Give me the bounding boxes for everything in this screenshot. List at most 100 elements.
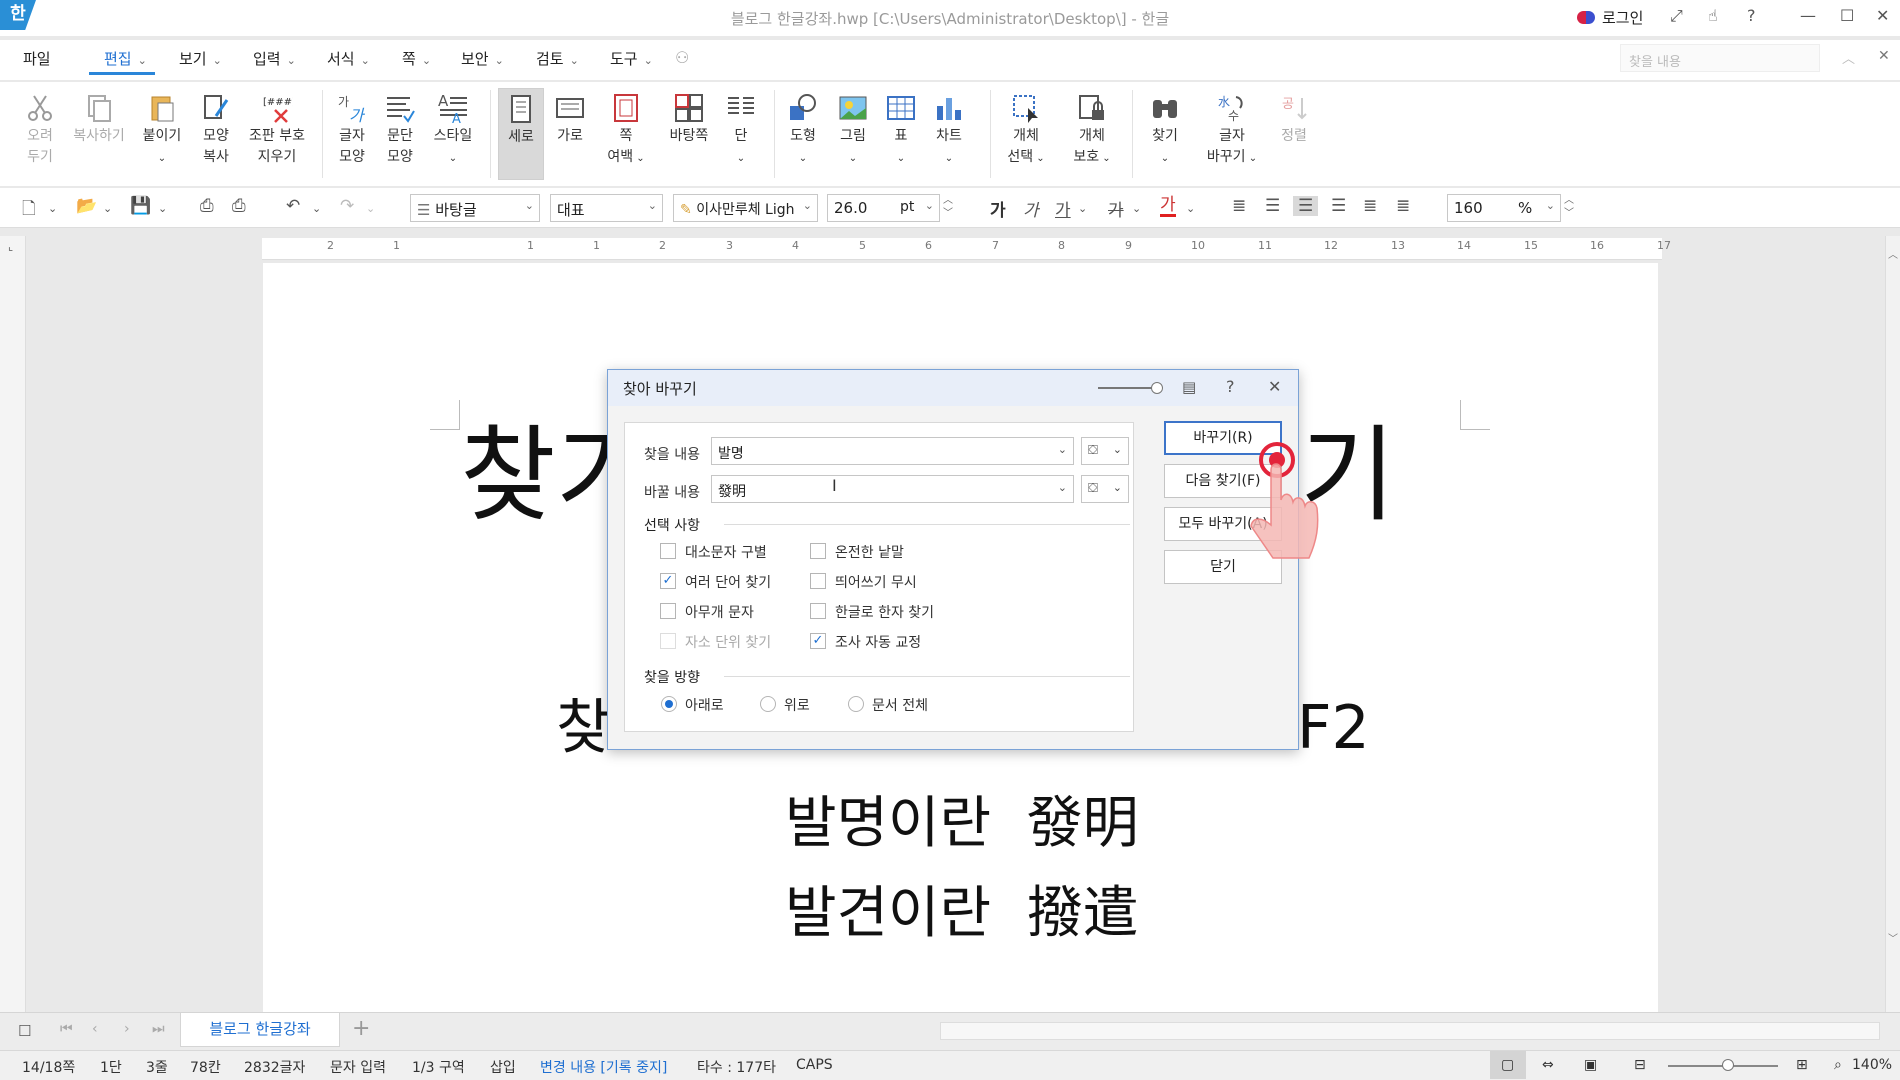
undo-icon[interactable]: ↶ <box>286 196 300 216</box>
table-button[interactable]: 표 ⌄ <box>880 88 922 169</box>
help-button[interactable]: ? <box>1747 6 1756 25</box>
replace-button[interactable]: 水수 글자 바꾸기 ⌄ <box>1200 88 1264 169</box>
opacity-slider-thumb[interactable] <box>1151 382 1163 394</box>
bold-button[interactable]: 가 <box>990 196 1006 221</box>
last-tab-icon[interactable]: ⏭ <box>152 1021 165 1037</box>
status-zoom[interactable]: 140% <box>1852 1057 1892 1073</box>
document-tab[interactable]: 블로그 한글강좌 <box>180 1013 340 1047</box>
status-insert[interactable]: 삽입 <box>490 1057 516 1077</box>
menu-security[interactable]: 보안 ⌄ <box>461 48 504 69</box>
close-doc-icon[interactable]: ✕ <box>1878 48 1890 64</box>
page-view-icon[interactable]: ▢ <box>1501 1057 1514 1073</box>
align-center-icon[interactable]: ☰ <box>1293 196 1319 216</box>
select-object-button[interactable]: 개체 선택 ⌄ <box>996 88 1056 169</box>
fit-width-icon[interactable]: ⇔ <box>1542 1057 1554 1073</box>
menu-edit[interactable]: 편집 ⌄ <box>104 48 147 69</box>
close-window-button[interactable]: ✕ <box>1876 6 1889 25</box>
format-copy-button[interactable]: 모양 복사 <box>186 88 246 168</box>
picture-button[interactable]: 그림 ⌄ <box>830 88 876 169</box>
find-input[interactable]: 발명 ⌄ <box>711 437 1074 465</box>
direction-radio[interactable] <box>760 696 776 712</box>
menu-search-input[interactable]: 찾을 내용 <box>1620 44 1820 72</box>
page-background-button[interactable]: 바탕쪽 <box>660 88 718 147</box>
zoom-in-icon[interactable]: ⊞ <box>1796 1057 1808 1073</box>
portrait-button[interactable]: 세로 <box>498 88 544 180</box>
redo-icon[interactable]: ↷ <box>340 196 354 216</box>
split-align-icon[interactable]: ≣ <box>1396 196 1410 216</box>
users-icon[interactable]: ⚇ <box>675 48 689 67</box>
font-color-button[interactable]: 가 <box>1160 196 1176 217</box>
first-tab-icon[interactable]: ⏮ <box>60 1021 73 1037</box>
replace-input[interactable]: 發明 ⌄ <box>711 475 1074 503</box>
copy-button[interactable]: 복사하기 <box>68 88 130 147</box>
save-icon[interactable]: 💾 <box>130 196 151 216</box>
direction-radio[interactable] <box>661 696 677 712</box>
zoom-out-icon[interactable]: ⊟ <box>1634 1057 1646 1073</box>
distribute-icon[interactable]: ≣ <box>1363 196 1377 216</box>
dialog-close-icon[interactable]: ✕ <box>1268 377 1281 396</box>
style-button[interactable]: AA 스타일 ⌄ <box>423 88 483 169</box>
minimize-button[interactable]: — <box>1800 6 1816 25</box>
option-checkbox[interactable] <box>660 603 676 619</box>
align-left-icon[interactable]: ☰ <box>1265 196 1280 216</box>
font-color-dropdown[interactable]: ⌄ <box>1186 202 1195 215</box>
memo-icon[interactable]: ☐ <box>18 1022 31 1040</box>
language-select[interactable]: 대표 ⌄ <box>550 194 663 222</box>
collapse-ribbon-icon[interactable]: ︿ <box>1842 48 1855 67</box>
option-checkbox[interactable] <box>810 573 826 589</box>
columns-button[interactable]: 단 ⌄ <box>718 88 764 169</box>
sort-button[interactable]: 공 정렬 <box>1266 88 1322 147</box>
replace-options-button[interactable]: ⛋ ⌄ <box>1081 475 1129 503</box>
justify-icon[interactable]: ≣ <box>1232 196 1246 216</box>
touch-icon[interactable]: ☝ <box>1708 6 1718 25</box>
protect-object-button[interactable]: 개체 보호 ⌄ <box>1062 88 1122 169</box>
menu-tools[interactable]: 도구 ⌄ <box>610 48 653 69</box>
cut-button[interactable]: 오려 두기 <box>10 88 70 168</box>
horizontal-scrollbar[interactable] <box>940 1022 1880 1040</box>
option-checkbox[interactable]: ✓ <box>660 573 676 589</box>
font-select[interactable]: ✎ 이사만루체 Ligh ⌄ <box>673 194 818 222</box>
chart-button[interactable]: 차트 ⌄ <box>928 88 970 169</box>
next-tab-icon[interactable]: › <box>124 1021 130 1037</box>
find-button[interactable]: 찾기 ⌄ <box>1137 88 1193 169</box>
print-preview-icon[interactable]: ⎙ <box>232 196 246 216</box>
login-button[interactable]: 로그인 <box>1602 7 1643 28</box>
zoom-field[interactable]: 160% ⌄ <box>1447 194 1561 222</box>
clear-marks-button[interactable]: [###] 조판 부호 지우기 <box>241 88 313 168</box>
scroll-down-icon[interactable]: ﹀ <box>1888 930 1898 945</box>
margins-button[interactable]: 쪽 여백 ⌄ <box>600 88 652 169</box>
option-checkbox[interactable] <box>660 543 676 559</box>
option-checkbox[interactable] <box>810 603 826 619</box>
zoom-stepper[interactable]: ︿ ﹀ <box>1564 194 1574 220</box>
font-size-stepper[interactable]: ︿ ﹀ <box>943 194 953 220</box>
new-doc-dropdown[interactable]: ⌄ <box>48 202 57 215</box>
option-checkbox[interactable]: ✓ <box>810 633 826 649</box>
strike-button[interactable]: 가 <box>1108 196 1124 221</box>
menu-format[interactable]: 서식 ⌄ <box>327 48 370 69</box>
menu-file[interactable]: 파일 <box>23 48 51 69</box>
align-right-icon[interactable]: ☰ <box>1331 196 1346 216</box>
landscape-button[interactable]: 가로 <box>550 88 590 147</box>
account-icon[interactable] <box>1577 11 1595 24</box>
open-folder-icon[interactable]: 📂 <box>76 196 97 216</box>
menu-review[interactable]: 검토 ⌄ <box>536 48 579 69</box>
add-tab-button[interactable]: + <box>352 1016 370 1041</box>
direction-radio[interactable] <box>848 696 864 712</box>
full-page-icon[interactable]: ▣ <box>1584 1057 1597 1073</box>
font-size-field[interactable]: 26.0 pt ⌄ <box>827 194 940 222</box>
vertical-scrollbar[interactable] <box>1885 236 1900 1012</box>
open-dropdown[interactable]: ⌄ <box>103 202 112 215</box>
italic-button[interactable]: 가 <box>1023 196 1039 221</box>
print-icon[interactable]: ⎙ <box>200 196 214 216</box>
underline-button[interactable]: 가 <box>1055 196 1071 221</box>
paste-button[interactable]: 붙이기 ⌄ <box>132 88 192 169</box>
style-select[interactable]: ☰ 바탕글 ⌄ <box>410 194 540 222</box>
menu-insert[interactable]: 입력 ⌄ <box>253 48 296 69</box>
underline-dropdown[interactable]: ⌄ <box>1078 202 1087 215</box>
save-dropdown[interactable]: ⌄ <box>158 202 167 215</box>
dialog-help-icon[interactable]: ? <box>1226 377 1235 396</box>
horizontal-ruler[interactable] <box>262 238 1662 260</box>
zoom-slider-thumb[interactable] <box>1722 1059 1734 1071</box>
expand-icon[interactable]: ⤢ <box>1670 6 1683 26</box>
vertical-ruler[interactable] <box>0 236 26 1012</box>
